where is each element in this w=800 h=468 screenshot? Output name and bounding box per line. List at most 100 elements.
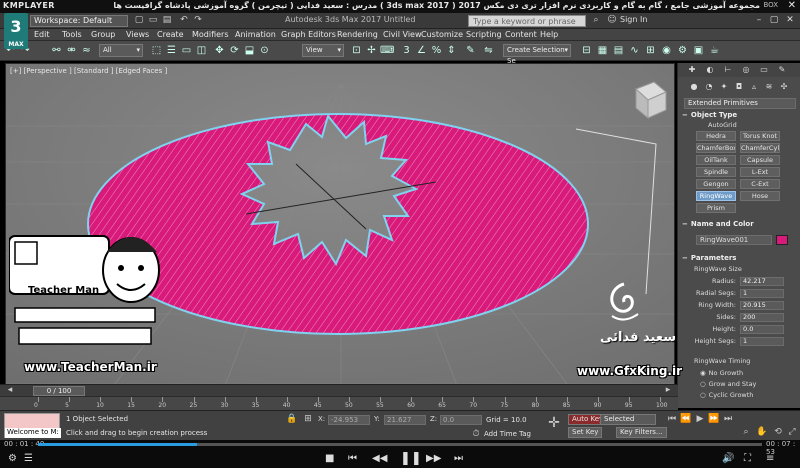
key-mode-icon[interactable]: ✛ — [548, 416, 560, 430]
menu-help[interactable]: Help — [540, 30, 558, 39]
graphite-ribbon-icon[interactable]: ▤ — [612, 44, 625, 57]
set-key-button[interactable]: Set Key — [568, 427, 603, 438]
orbit-icon[interactable]: ⟲ — [772, 427, 784, 438]
unlink-icon[interactable]: ⚮ — [65, 44, 78, 57]
menu-animation[interactable]: Animation — [235, 30, 276, 39]
pan-icon[interactable]: ✋ — [756, 427, 768, 438]
menu-views[interactable]: Views — [126, 30, 149, 39]
c-ext-button[interactable]: C-Ext — [740, 179, 780, 189]
menu-group[interactable]: Group — [91, 30, 115, 39]
height-spinner[interactable]: 0.0 — [740, 325, 784, 334]
app-logo-button[interactable]: 3 MAX — [4, 13, 28, 49]
key-filters-button[interactable]: Key Filters... — [616, 427, 667, 438]
time-slider-bar[interactable]: ◂ 0 / 100 ▸ — [0, 384, 678, 396]
utilities-tab-icon[interactable]: ✎ — [776, 65, 788, 75]
next-frame-icon[interactable]: ⏩ — [708, 414, 720, 425]
menu-tools[interactable]: Tools — [62, 30, 82, 39]
undo-icon[interactable]: ↶ — [178, 15, 190, 26]
spinner-snap-icon[interactable]: ⇕ — [445, 44, 458, 57]
ringwave-button[interactable]: RingWave — [696, 191, 736, 201]
lights-icon[interactable]: ✦ — [718, 82, 730, 92]
move-icon[interactable]: ✥ — [213, 44, 226, 57]
window-crossing-icon[interactable]: ◫ — [195, 44, 208, 57]
place-icon[interactable]: ⊙ — [258, 44, 271, 57]
player-prev-icon[interactable]: ⏮ — [348, 453, 357, 465]
menu-rendering[interactable]: Rendering — [337, 30, 378, 39]
geometry-icon[interactable]: ● — [688, 82, 700, 92]
mirror-icon[interactable]: ⇋ — [482, 44, 495, 57]
search-icon[interactable]: ⌕ — [590, 15, 602, 26]
player-next-icon[interactable]: ⏭ — [454, 453, 463, 465]
chamferbox-button[interactable]: ChamferBox — [696, 143, 736, 153]
select-manipulate-icon[interactable]: ✢ — [365, 44, 378, 57]
align-icon[interactable]: ⊟ — [580, 44, 593, 57]
space-warps-icon[interactable]: ≋ — [763, 82, 775, 92]
chamfercyl-button[interactable]: ChamferCyl — [740, 143, 780, 153]
spindle-button[interactable]: Spindle — [696, 167, 736, 177]
cameras-icon[interactable]: ◘ — [733, 82, 745, 92]
maximize-viewport-icon[interactable]: ⤢ — [786, 427, 798, 438]
menu-create[interactable]: Create — [157, 30, 184, 39]
z-coord-field[interactable]: 0.0 — [440, 415, 482, 425]
menu-customize[interactable]: Customize — [421, 30, 463, 39]
primitive-category-dropdown[interactable]: Extended Primitives — [684, 98, 796, 109]
save-file-icon[interactable]: ▤ — [161, 15, 173, 26]
new-file-icon[interactable]: ▢ — [133, 15, 145, 26]
absolute-mode-icon[interactable]: ⊞ — [302, 414, 314, 425]
curve-editor-icon[interactable]: ∿ — [628, 44, 641, 57]
add-time-tag-button[interactable]: Add Time Tag — [484, 430, 531, 438]
grow-and-stay-radio[interactable]: Grow and Stay — [700, 380, 757, 388]
keyboard-shortcut-icon[interactable]: ⌨ — [380, 44, 394, 57]
menu-scripting[interactable]: Scripting — [466, 30, 502, 39]
menu-civil-view[interactable]: Civil View — [383, 30, 422, 39]
height-segs-spinner[interactable]: 1 — [740, 337, 784, 346]
viewport-label[interactable]: [+] [Perspective ] [Standard ] [Edged Fa… — [10, 67, 167, 75]
track-bar[interactable]: 0 5 10 15 20 25 30 35 40 45 50 55 60 65 70 75 80 85 90 95 10… — [0, 396, 678, 410]
autogrid-checkbox[interactable]: AutoGrid — [708, 121, 737, 129]
schematic-view-icon[interactable]: ⊞ — [644, 44, 657, 57]
close-icon[interactable]: ✕ — [783, 15, 797, 26]
player-rewind-icon[interactable]: ◀◀ — [372, 453, 387, 465]
search-input[interactable]: Type a keyword or phrase — [468, 15, 586, 27]
player-fullscreen-icon[interactable]: ⛶ — [744, 453, 751, 465]
motion-tab-icon[interactable]: ◎ — [740, 65, 752, 75]
open-file-icon[interactable]: ▭ — [147, 15, 159, 26]
link-icon[interactable]: ⚯ — [50, 44, 63, 57]
oiltank-button[interactable]: OilTank — [696, 155, 736, 165]
maxscript-output[interactable]: Welcome to M: — [5, 428, 61, 438]
gengon-button[interactable]: Gengon — [696, 179, 736, 189]
player-volume-icon[interactable]: 🔊 — [722, 453, 734, 465]
time-tag-icon[interactable]: ⏱ — [470, 429, 482, 440]
time-slider-handle[interactable]: 0 / 100 — [33, 386, 85, 396]
prev-frame-icon[interactable]: ⏪ — [680, 414, 692, 425]
select-object-icon[interactable]: ⬚ — [150, 44, 163, 57]
cyclic-growth-radio[interactable]: Cyclic Growth — [700, 391, 754, 399]
l-ext-button[interactable]: L-Ext — [740, 167, 780, 177]
sides-spinner[interactable]: 200 — [740, 313, 784, 322]
render-production-icon[interactable]: ☕ — [708, 44, 721, 57]
modify-tab-icon[interactable]: ◐ — [704, 65, 716, 75]
menu-graph-editors[interactable]: Graph Editors — [281, 30, 336, 39]
workspace-dropdown[interactable]: Workspace: Default — [30, 15, 128, 27]
minimize-icon[interactable]: – — [752, 15, 766, 26]
create-tab-icon[interactable]: ✚ — [686, 65, 698, 75]
name-color-rollout[interactable]: Name and Color — [682, 220, 796, 228]
layer-explorer-icon[interactable]: ▦ — [596, 44, 609, 57]
capsule-button[interactable]: Capsule — [740, 155, 780, 165]
player-close-icon[interactable]: ✕ — [788, 0, 796, 11]
object-type-rollout[interactable]: Object Type — [682, 111, 796, 119]
menu-modifiers[interactable]: Modifiers — [192, 30, 229, 39]
player-settings-icon[interactable]: ⚙ — [8, 453, 17, 465]
edit-named-selection-icon[interactable]: ✎ — [464, 44, 477, 57]
hierarchy-tab-icon[interactable]: ⊢ — [722, 65, 734, 75]
timeline-prev-icon[interactable]: ◂ — [4, 385, 16, 396]
select-by-name-icon[interactable]: ☰ — [165, 44, 178, 57]
bind-space-warp-icon[interactable]: ≈ — [80, 44, 93, 57]
player-seek-bar[interactable] — [38, 443, 762, 446]
player-options-icon[interactable]: ≡ — [766, 453, 774, 465]
key-selection-dropdown[interactable]: Selected — [600, 414, 656, 425]
selection-filter-dropdown[interactable]: All — [99, 44, 143, 57]
parameters-rollout[interactable]: Parameters — [682, 254, 796, 262]
scale-icon[interactable]: ⬓ — [243, 44, 256, 57]
hose-button[interactable]: Hose — [740, 191, 780, 201]
